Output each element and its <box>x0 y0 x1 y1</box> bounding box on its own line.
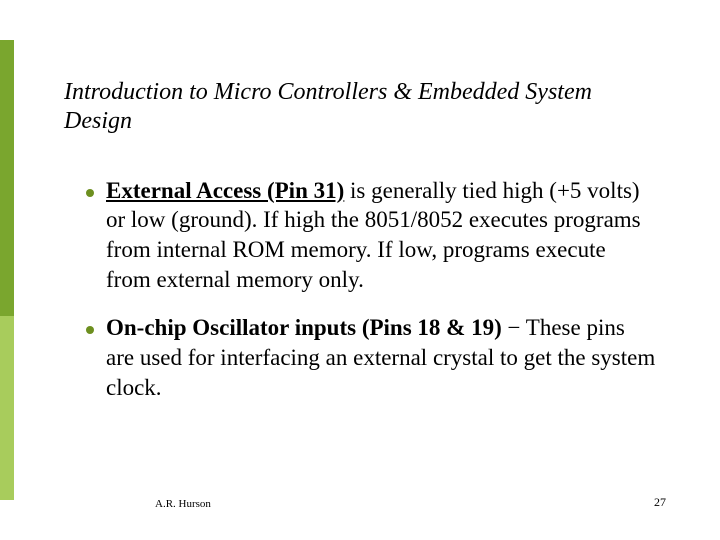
bullet-text: External Access (Pin 31) is generally ti… <box>106 176 656 296</box>
slide: Introduction to Micro Controllers & Embe… <box>0 0 720 540</box>
footer-author: A.R. Hurson <box>155 498 211 510</box>
bullet-dot-icon <box>86 189 94 197</box>
bullet-dot-icon <box>86 326 94 334</box>
bullet-item: On-chip Oscillator inputs (Pins 18 & 19)… <box>86 313 656 403</box>
bullet-text: On-chip Oscillator inputs (Pins 18 & 19)… <box>106 313 656 403</box>
slide-title: Introduction to Micro Controllers & Embe… <box>64 78 656 136</box>
bullet-lead: External Access (Pin 31) <box>106 178 344 203</box>
bullet-lead: On-chip Oscillator inputs (Pins 18 & 19) <box>106 315 502 340</box>
bullet-list: External Access (Pin 31) is generally ti… <box>64 176 656 403</box>
bullet-item: External Access (Pin 31) is generally ti… <box>86 176 656 296</box>
footer-page-number: 27 <box>654 495 666 510</box>
